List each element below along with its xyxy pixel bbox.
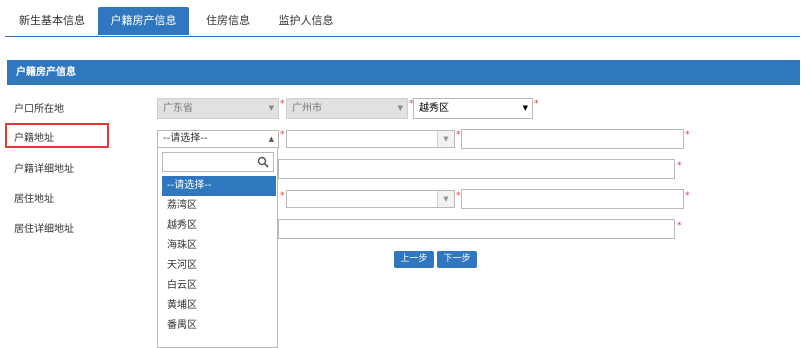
required-mark: * xyxy=(280,99,285,109)
community-select[interactable]: ▼ xyxy=(286,130,455,148)
community-caret: ▼ xyxy=(437,131,454,147)
city-value: 广州市 xyxy=(292,103,322,114)
dropdown-option[interactable]: 越秀区 xyxy=(162,216,276,236)
residence-community-select[interactable]: ▼ xyxy=(286,190,455,208)
hukou-address-label: 户籍地址 xyxy=(14,133,54,144)
search-icon xyxy=(257,156,269,168)
street-select-value: --请选择-- xyxy=(163,133,208,144)
dropdown-option[interactable]: 海珠区 xyxy=(162,236,276,256)
district-select[interactable]: 越秀区 ▼ xyxy=(413,98,533,119)
residence-community-caret: ▼ xyxy=(437,191,454,207)
hukou-detail-input[interactable] xyxy=(278,159,675,179)
residence-address-input[interactable] xyxy=(461,189,684,209)
province-value: 广东省 xyxy=(163,103,193,114)
required-mark: * xyxy=(685,191,690,201)
required-mark: * xyxy=(677,161,682,171)
next-step-button[interactable]: 下一步 xyxy=(437,251,477,268)
dropdown-option[interactable]: 天河区 xyxy=(162,256,276,276)
province-select[interactable]: 广东省 ▼ xyxy=(157,98,279,119)
prev-step-button[interactable]: 上一步 xyxy=(394,251,434,268)
chevron-down-icon: ▼ xyxy=(443,195,449,203)
dropdown-search-input[interactable] xyxy=(162,152,274,172)
panel-title: 户籍房产信息 xyxy=(7,60,800,85)
residence-detail-label: 居住详细地址 xyxy=(14,224,74,235)
street-caret-up-icon: ▲ xyxy=(268,135,274,143)
residence-detail-input[interactable] xyxy=(278,219,675,239)
tab-guardian-info[interactable]: 监护人信息 xyxy=(267,7,345,35)
street-dropdown: --请选择-- 荔湾区 越秀区 海珠区 天河区 白云区 黄埔区 番禺区 xyxy=(157,147,278,348)
street-select[interactable]: --请选择-- ▲ xyxy=(157,130,279,148)
required-mark: * xyxy=(280,130,285,140)
tab-housing-info[interactable]: 住房信息 xyxy=(195,7,261,35)
hukou-address-input[interactable] xyxy=(461,129,684,149)
required-mark: * xyxy=(677,221,682,231)
residence-address-label: 居住地址 xyxy=(14,194,54,205)
dropdown-option[interactable]: 白云区 xyxy=(162,276,276,296)
tab-household-property-info[interactable]: 户籍房产信息 xyxy=(98,7,189,35)
required-mark: * xyxy=(456,191,461,201)
dropdown-option[interactable]: 黄埔区 xyxy=(162,296,276,316)
required-mark: * xyxy=(685,130,690,140)
chevron-down-icon: ▼ xyxy=(443,135,449,143)
city-caret-icon: ▼ xyxy=(397,104,403,112)
province-caret-icon: ▼ xyxy=(268,104,274,112)
dropdown-option[interactable]: 荔湾区 xyxy=(162,196,276,216)
hukou-detail-label: 户籍详细地址 xyxy=(14,164,74,175)
city-select[interactable]: 广州市 ▼ xyxy=(286,98,408,119)
district-value: 越秀区 xyxy=(419,103,449,114)
required-mark: * xyxy=(280,191,285,201)
dropdown-option[interactable]: --请选择-- xyxy=(162,176,276,196)
tab-student-basic-info[interactable]: 新生基本信息 xyxy=(8,7,96,35)
hukou-location-label: 户口所在地 xyxy=(14,104,64,115)
required-mark: * xyxy=(456,130,461,140)
required-mark: * xyxy=(534,99,539,109)
district-caret-icon: ▼ xyxy=(522,104,528,112)
dropdown-option[interactable]: 番禺区 xyxy=(162,316,276,336)
tab-bar: 新生基本信息 户籍房产信息 住房信息 监护人信息 xyxy=(5,7,800,37)
